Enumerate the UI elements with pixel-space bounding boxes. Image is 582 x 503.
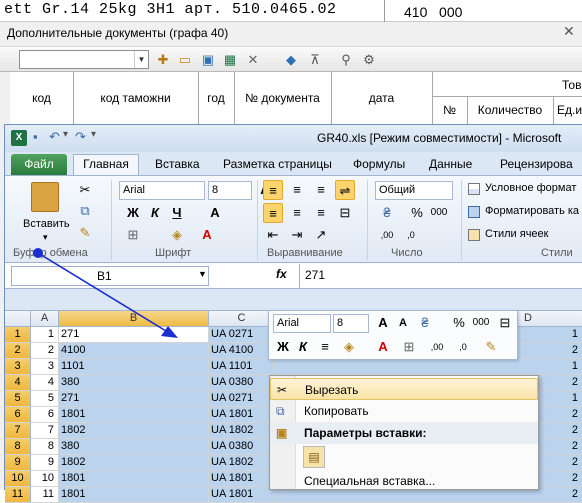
increase-decimal-icon[interactable]: ,00	[427, 337, 447, 357]
mini-thousands[interactable]: 000	[471, 313, 491, 333]
menu-item-cut[interactable]: ✂ Вырезать	[270, 378, 538, 400]
cut-icon: ✂	[277, 383, 288, 397]
grow-font-icon[interactable]: A	[373, 313, 393, 333]
decrease-decimal-icon[interactable]: ,0	[453, 337, 473, 357]
mini-italic[interactable]: К	[293, 337, 313, 357]
menu-item-paste-special-label: Специальная вставка...	[304, 474, 436, 488]
menu-section-label: Параметры вставки:	[304, 426, 427, 440]
menu-item-cut-label: Вырезать	[305, 383, 359, 397]
mini-percent[interactable]: %	[449, 313, 469, 333]
mini-font-size[interactable]: 8	[333, 314, 369, 333]
align-center-icon[interactable]: ≡	[315, 337, 335, 357]
mini-toolbar: Arial 8 A A ₴ % 000 ⊟ Ж К ≡ ◈ A ⊞ ,00 ,0…	[268, 310, 518, 360]
merge-icon[interactable]: ⊟	[495, 313, 515, 333]
fill-color-icon[interactable]: ◈	[339, 337, 359, 357]
menu-section-paste-options: ▣ Параметры вставки:	[270, 422, 538, 444]
currency-icon[interactable]: ₴	[415, 313, 435, 333]
paste-option-icon[interactable]: ▤	[303, 446, 325, 468]
borders-icon[interactable]: ⊞	[399, 337, 419, 357]
font-color-icon[interactable]: A	[373, 337, 393, 357]
menu-item-paste-special[interactable]: Специальная вставка...	[270, 470, 538, 492]
mini-font-name[interactable]: Arial	[273, 314, 331, 333]
paste-icon: ▣	[276, 426, 288, 440]
copy-icon: ⧉	[276, 404, 285, 418]
mini-bold[interactable]: Ж	[273, 337, 293, 357]
shrink-font-icon[interactable]: A	[393, 313, 413, 333]
menu-item-copy[interactable]: ⧉ Копировать	[270, 400, 538, 422]
menu-item-copy-label: Копировать	[304, 404, 369, 418]
context-menu: ✂ Вырезать ⧉ Копировать ▣ Параметры вста…	[269, 375, 539, 490]
format-painter-icon[interactable]: ✎	[481, 337, 501, 357]
